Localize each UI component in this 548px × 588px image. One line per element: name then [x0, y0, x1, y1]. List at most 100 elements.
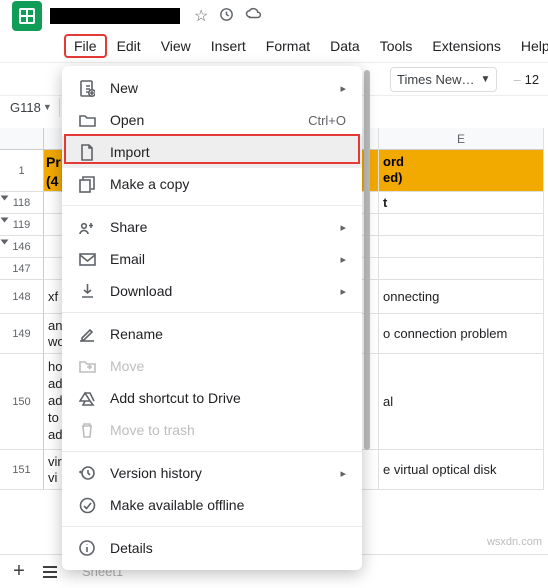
menu-item-label: Make available offline	[110, 497, 346, 513]
doc-title[interactable]	[50, 8, 180, 24]
chevron-down-icon: ▼	[481, 74, 491, 85]
menu-divider	[62, 312, 362, 313]
menu-item-share[interactable]: Share ▸	[62, 211, 362, 243]
cell[interactable]: o connection problem	[379, 314, 544, 354]
info-icon	[78, 539, 96, 557]
new-doc-icon	[78, 79, 96, 97]
menu-item-label: New	[110, 80, 326, 96]
row-header[interactable]: 118	[0, 192, 44, 214]
folder-open-icon	[78, 111, 96, 129]
submenu-arrow-icon: ▸	[340, 285, 346, 298]
menu-item-version-history[interactable]: Version history ▸	[62, 457, 362, 489]
font-family-label: Times New…	[397, 72, 475, 87]
row-header[interactable]: 1	[0, 150, 44, 192]
menu-file[interactable]: File	[64, 34, 107, 58]
select-all-corner[interactable]	[0, 128, 44, 150]
menu-item-new[interactable]: New ▸	[62, 72, 362, 104]
name-box[interactable]: G118 ▼	[4, 98, 60, 117]
menu-item-offline[interactable]: Make available offline	[62, 489, 362, 521]
cloud-icon[interactable]	[245, 6, 263, 26]
row-header[interactable]: 149	[0, 314, 44, 354]
add-sheet-button[interactable]: +	[6, 559, 32, 585]
email-icon	[78, 250, 96, 268]
watermark: wsxdn.com	[487, 536, 542, 548]
menu-extensions[interactable]: Extensions	[422, 34, 510, 58]
submenu-arrow-icon: ▸	[340, 253, 346, 266]
submenu-arrow-icon: ▸	[340, 467, 346, 480]
menu-data[interactable]: Data	[320, 34, 370, 58]
name-box-value: G118	[10, 100, 41, 115]
col-header-e[interactable]: E	[379, 128, 544, 150]
menu-item-label: Rename	[110, 326, 346, 342]
share-icon	[78, 218, 96, 236]
move-folder-icon	[78, 357, 96, 375]
scrollbar-thumb[interactable]	[364, 70, 370, 450]
menu-item-make-copy[interactable]: Make a copy	[62, 168, 362, 200]
cell[interactable]: onnecting	[379, 280, 544, 314]
download-icon	[78, 282, 96, 300]
minus-icon[interactable]: –	[513, 72, 520, 87]
offline-icon	[78, 496, 96, 514]
drive-shortcut-icon	[78, 389, 96, 407]
menu-item-email[interactable]: Email ▸	[62, 243, 362, 275]
cell[interactable]: al	[379, 354, 544, 450]
menu-item-rename[interactable]: Rename	[62, 318, 362, 350]
all-sheets-button[interactable]	[42, 566, 58, 578]
menu-item-download[interactable]: Download ▸	[62, 275, 362, 307]
menu-edit[interactable]: Edit	[107, 34, 151, 58]
cell[interactable]	[379, 258, 544, 280]
menu-item-label: Import	[110, 144, 346, 160]
menu-item-label: Email	[110, 251, 326, 267]
menu-item-move-trash: Move to trash	[62, 414, 362, 446]
menu-format[interactable]: Format	[256, 34, 320, 58]
font-size-value: 12	[525, 72, 539, 87]
cell[interactable]: t	[379, 192, 544, 214]
menu-divider	[62, 451, 362, 452]
menu-item-open[interactable]: Open Ctrl+O	[62, 104, 362, 136]
row-header[interactable]: 148	[0, 280, 44, 314]
font-size-stepper[interactable]: – 12	[513, 72, 539, 87]
copy-icon	[78, 175, 96, 193]
submenu-arrow-icon: ▸	[340, 221, 346, 234]
menu-insert[interactable]: Insert	[201, 34, 256, 58]
row-header[interactable]: 119	[0, 214, 44, 236]
cell[interactable]	[379, 214, 544, 236]
row-header[interactable]: 150	[0, 354, 44, 450]
menu-tools[interactable]: Tools	[370, 34, 423, 58]
menu-item-label: Move	[110, 358, 346, 374]
menu-item-details[interactable]: Details	[62, 532, 362, 564]
menu-item-shortcut: Ctrl+O	[308, 113, 346, 128]
row-header[interactable]: 147	[0, 258, 44, 280]
cell-text: ord	[383, 154, 404, 170]
menu-item-label: Open	[110, 112, 294, 128]
submenu-arrow-icon: ▸	[340, 82, 346, 95]
menu-item-import[interactable]: Import	[62, 136, 362, 168]
import-icon	[78, 143, 96, 161]
cell[interactable]	[379, 236, 544, 258]
menu-item-label: Add shortcut to Drive	[110, 390, 346, 406]
menu-item-move: Move	[62, 350, 362, 382]
rename-icon	[78, 325, 96, 343]
font-family-picker[interactable]: Times New… ▼	[390, 67, 497, 92]
menu-item-label: Details	[110, 540, 346, 556]
menu-item-label: Share	[110, 219, 326, 235]
menu-divider	[62, 526, 362, 527]
cell-header-right[interactable]: ord ed)	[379, 150, 544, 192]
menu-item-add-shortcut[interactable]: Add shortcut to Drive	[62, 382, 362, 414]
row-header[interactable]: 146	[0, 236, 44, 258]
dropdown-scrollbar[interactable]	[364, 70, 370, 522]
menu-item-label: Version history	[110, 465, 326, 481]
menu-divider	[62, 205, 362, 206]
menu-item-label: Download	[110, 283, 326, 299]
sheets-logo[interactable]	[12, 1, 42, 31]
cell-header-left-clip[interactable]: Pr(4	[44, 150, 62, 192]
star-icon[interactable]: ☆	[194, 6, 208, 26]
menu-help[interactable]: Help	[511, 34, 548, 58]
history-icon	[78, 464, 96, 482]
cell[interactable]: e virtual optical disk	[379, 450, 544, 490]
move-folder-icon[interactable]	[218, 6, 235, 26]
trash-icon	[78, 421, 96, 439]
menu-item-label: Move to trash	[110, 422, 346, 438]
row-header[interactable]: 151	[0, 450, 44, 490]
menu-view[interactable]: View	[151, 34, 201, 58]
